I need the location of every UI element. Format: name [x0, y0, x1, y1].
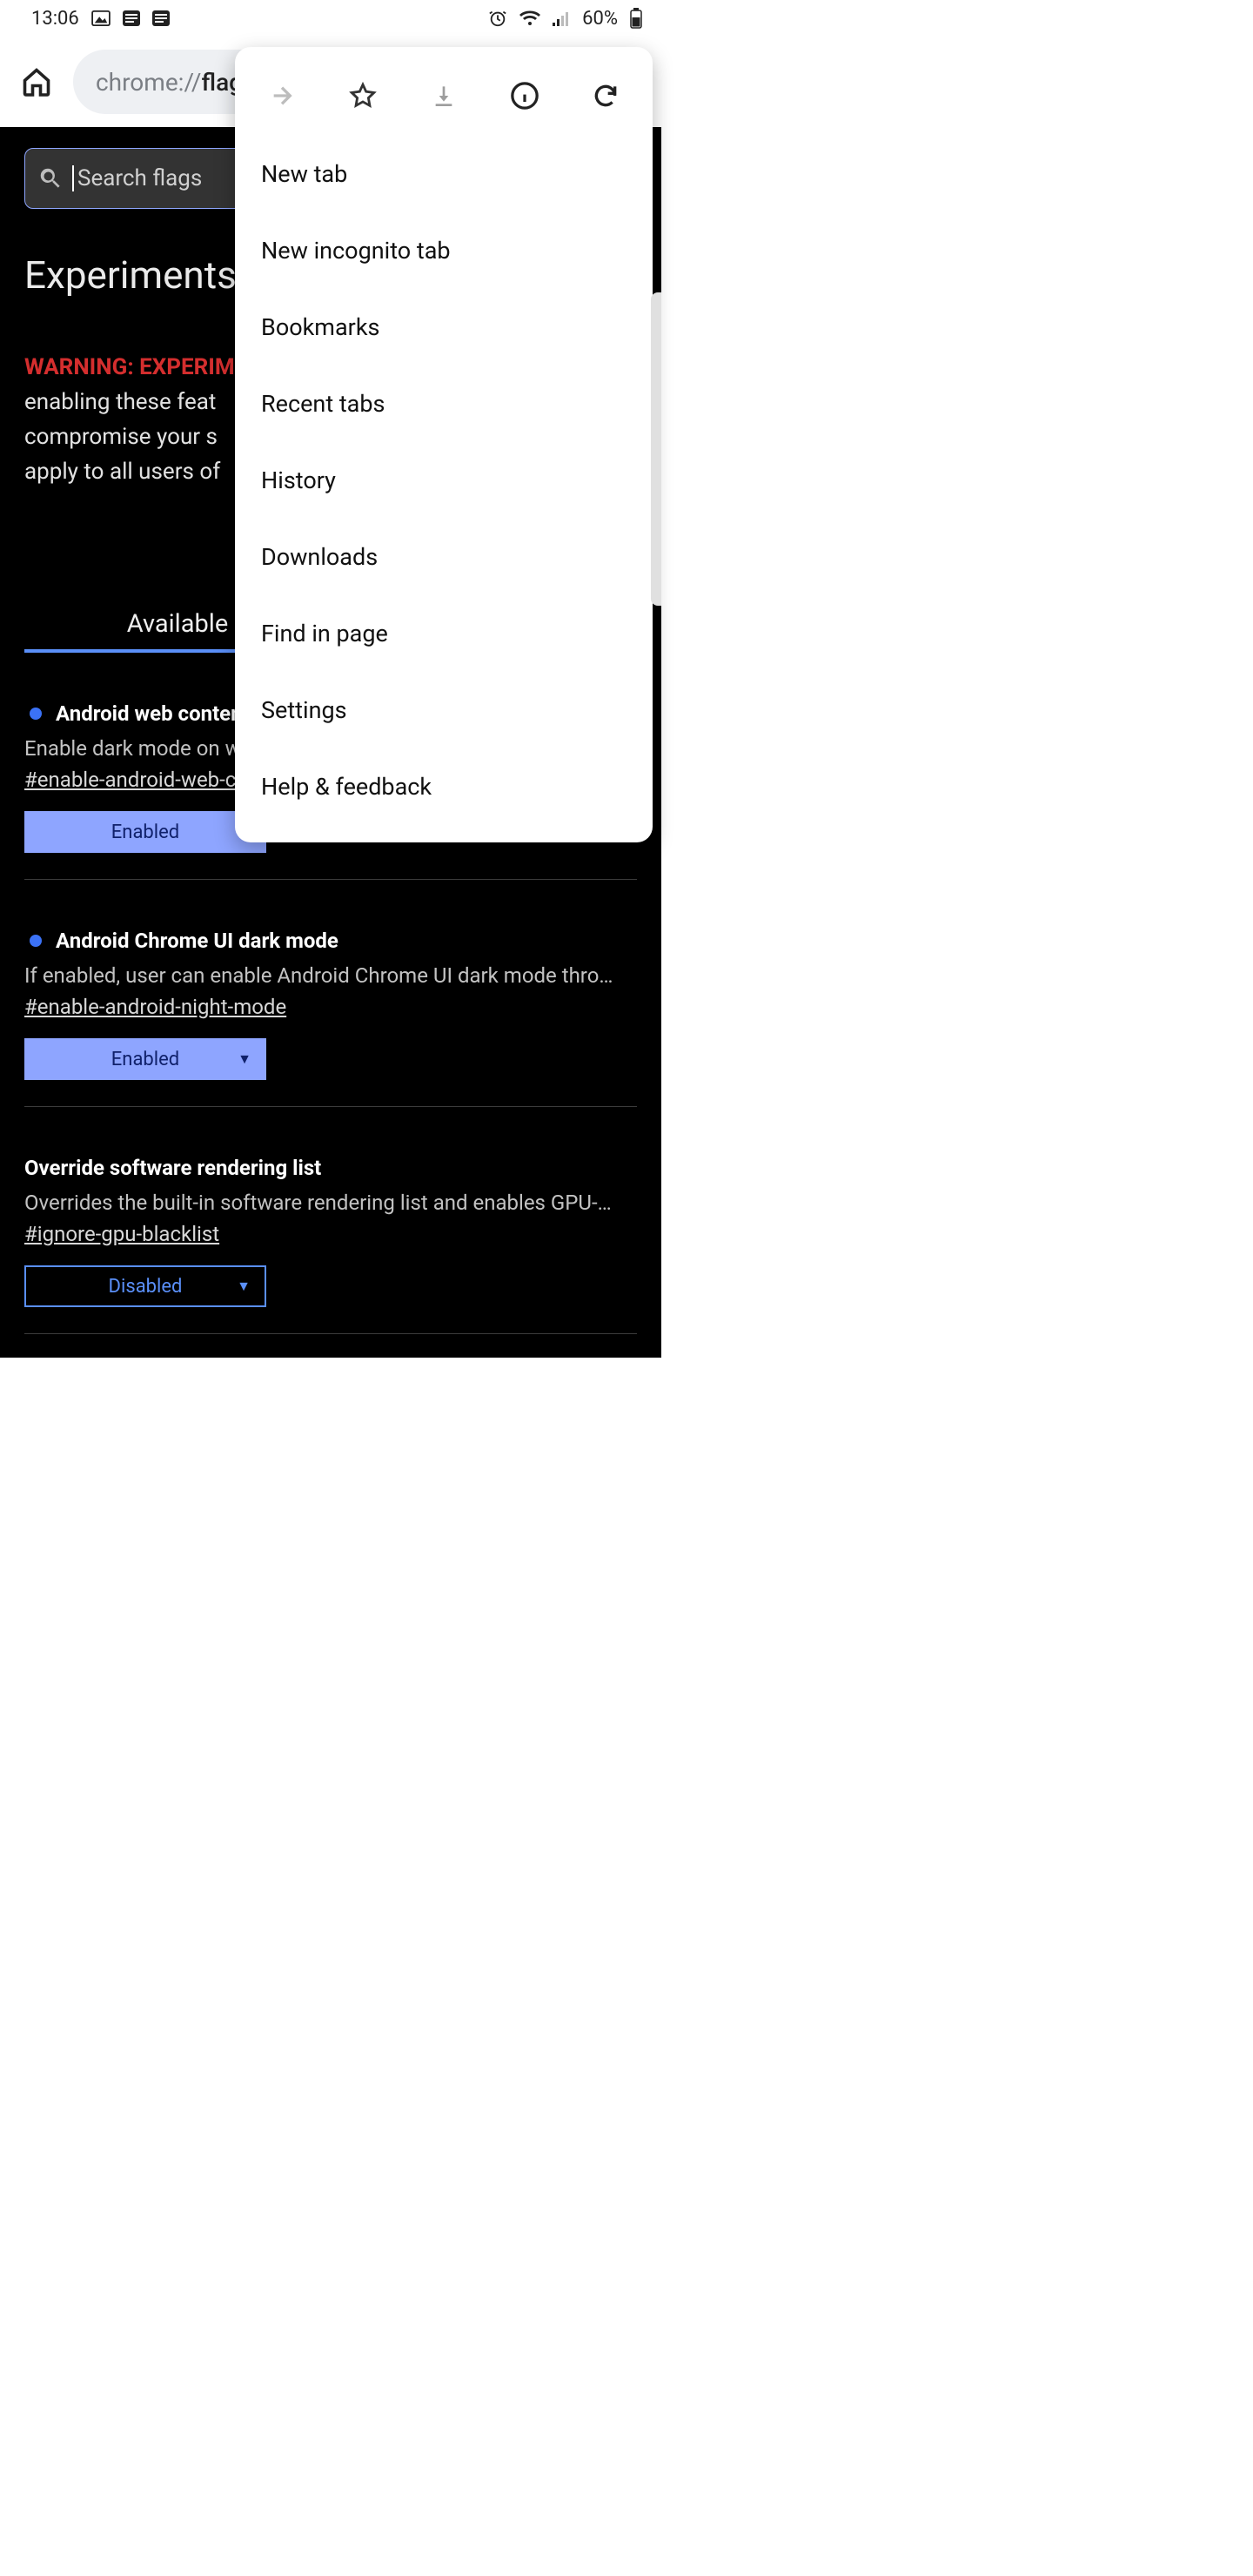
- forward-button[interactable]: [254, 68, 310, 124]
- flag-state-select[interactable]: Enabled▼: [24, 811, 266, 853]
- url-scheme: chrome://: [96, 68, 202, 97]
- download-button[interactable]: [416, 68, 472, 124]
- flag-item: Android Chrome UI dark mode If enabled, u…: [24, 929, 637, 1107]
- flag-title: Android Chrome UI dark mode: [56, 929, 338, 953]
- flag-hash-link[interactable]: #enable-android-night-mode: [24, 995, 286, 1019]
- alarm-icon: [488, 9, 507, 28]
- flag-title: Override software rendering list: [24, 1156, 321, 1180]
- battery-icon: [630, 8, 642, 29]
- flag-state-select[interactable]: Enabled ▼: [24, 1038, 266, 1080]
- chevron-down-icon: ▼: [237, 1278, 251, 1295]
- changed-dot-icon: [30, 935, 42, 947]
- flag-title: Android web conten: [56, 701, 243, 726]
- status-time: 13:06: [31, 8, 79, 30]
- menu-item-help-feedback[interactable]: Help & feedback: [235, 748, 653, 825]
- menu-item-new-tab[interactable]: New tab: [235, 136, 653, 212]
- page-info-button[interactable]: [497, 68, 553, 124]
- menu-item-find-in-page[interactable]: Find in page: [235, 595, 653, 672]
- home-button[interactable]: [12, 57, 61, 106]
- flag-description: Overrides the built-in software renderin…: [24, 1191, 637, 1215]
- news-icon-2: [152, 10, 170, 26]
- menu-item-history[interactable]: History: [235, 442, 653, 519]
- search-placeholder: Search flags: [72, 165, 202, 191]
- flag-item: Override software rendering list Override…: [24, 1156, 637, 1334]
- flag-state-select[interactable]: Disabled ▼: [24, 1265, 266, 1307]
- status-bar: 13:06 60%: [0, 0, 661, 37]
- menu-item-recent-tabs[interactable]: Recent tabs: [235, 366, 653, 442]
- changed-dot-icon: [30, 708, 42, 720]
- flag-hash-link[interactable]: #ignore-gpu-blacklist: [24, 1222, 219, 1246]
- select-value: Disabled: [109, 1276, 183, 1298]
- menu-item-downloads[interactable]: Downloads: [235, 519, 653, 595]
- select-value: Enabled: [111, 1049, 179, 1070]
- menu-item-bookmarks[interactable]: Bookmarks: [235, 289, 653, 366]
- search-icon: [37, 165, 64, 191]
- picture-icon: [91, 10, 111, 26]
- flag-description: If enabled, user can enable Android Chro…: [24, 963, 637, 988]
- select-value: Enabled: [111, 822, 179, 843]
- overflow-menu: New tabNew incognito tabBookmarksRecent …: [235, 47, 653, 842]
- scrollbar-thumb[interactable]: [651, 292, 661, 606]
- wifi-icon: [519, 10, 540, 27]
- battery-percent: 60%: [582, 8, 618, 30]
- reload-button[interactable]: [578, 68, 633, 124]
- menu-item-settings[interactable]: Settings: [235, 672, 653, 748]
- news-icon: [123, 10, 140, 26]
- signal-icon: [553, 10, 570, 26]
- bookmark-star-button[interactable]: [335, 68, 391, 124]
- chevron-down-icon: ▼: [238, 1050, 251, 1068]
- menu-item-new-incognito-tab[interactable]: New incognito tab: [235, 212, 653, 289]
